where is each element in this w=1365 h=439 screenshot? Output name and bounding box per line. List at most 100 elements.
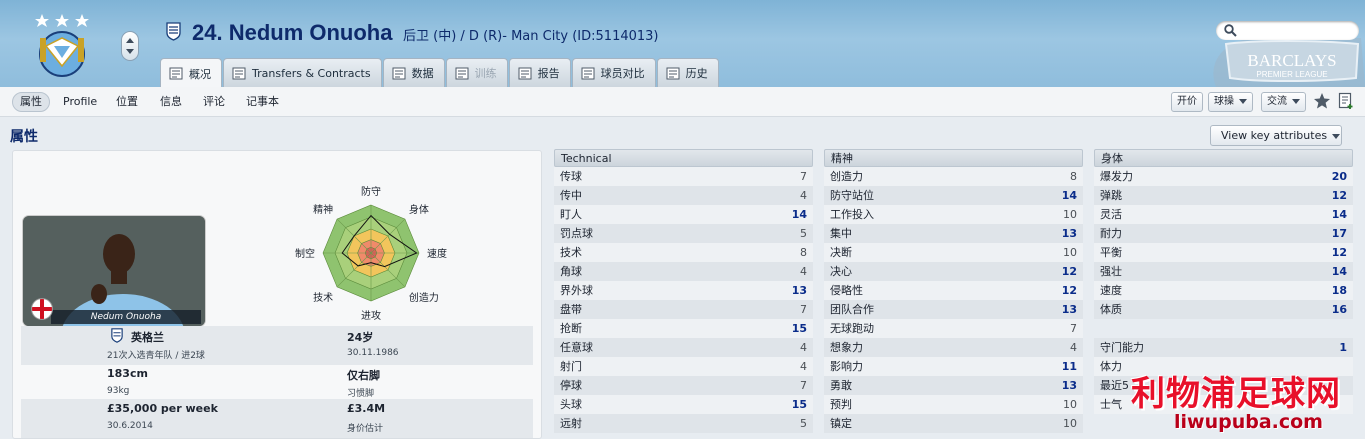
attribute-value: 5 bbox=[800, 227, 807, 240]
player-actions-dropdown[interactable]: 球操 bbox=[1208, 92, 1253, 112]
attribute-row[interactable]: 体质 16 bbox=[1094, 300, 1353, 319]
physical-header: 身体 bbox=[1094, 149, 1353, 167]
open-offer-button[interactable]: 开价 bbox=[1171, 92, 1203, 112]
attribute-row[interactable]: 抢断 15 bbox=[554, 319, 813, 338]
attribute-row[interactable]: 预判 10 bbox=[824, 395, 1083, 414]
attribute-row[interactable]: 盯人 14 bbox=[554, 205, 813, 224]
attribute-value: 8 bbox=[1070, 170, 1077, 183]
attribute-row[interactable]: 镇定 10 bbox=[824, 414, 1083, 433]
attribute-row[interactable] bbox=[1094, 319, 1353, 338]
attribute-name: 角球 bbox=[560, 265, 582, 278]
player-actions-label: 球操 bbox=[1214, 96, 1234, 107]
tab-compare[interactable]: 球员对比 bbox=[571, 58, 656, 87]
attribute-row[interactable]: 工作投入 10 bbox=[824, 205, 1083, 224]
attribute-value: 14 bbox=[1331, 265, 1347, 278]
attribute-row[interactable]: 防守站位 14 bbox=[824, 186, 1083, 205]
tab-label: 训练 bbox=[474, 67, 497, 80]
attribute-row[interactable]: 集中 13 bbox=[824, 224, 1083, 243]
attribute-row[interactable]: 平衡 12 bbox=[1094, 243, 1353, 262]
transfer-value-label: 身价估计 bbox=[347, 424, 384, 434]
mental-header: 精神 bbox=[824, 149, 1083, 167]
player-position-club: 后卫 (中) / D (R)- Man City (ID:5114013) bbox=[403, 29, 659, 44]
attribute-row[interactable]: 最近5 bbox=[1094, 376, 1353, 395]
attribute-row[interactable]: 弹跳 12 bbox=[1094, 186, 1353, 205]
attribute-row[interactable]: 速度 18 bbox=[1094, 281, 1353, 300]
nation-value[interactable]: 英格兰 bbox=[131, 329, 164, 345]
attribute-name: 停球 bbox=[560, 379, 582, 392]
subnav-profile[interactable]: Profile bbox=[56, 92, 104, 112]
attribute-name: 士气 bbox=[1100, 398, 1122, 411]
subnav-comments[interactable]: 评论 bbox=[196, 92, 232, 112]
tab-cloud[interactable]: 训练 bbox=[445, 58, 508, 87]
add-note-icon[interactable] bbox=[1338, 92, 1355, 110]
attribute-row[interactable]: 射门 4 bbox=[554, 357, 813, 376]
attribute-name: 想象力 bbox=[830, 341, 863, 354]
subnav-attributes[interactable]: 属性 bbox=[12, 92, 50, 112]
attribute-row[interactable]: 想象力 4 bbox=[824, 338, 1083, 357]
bar-chart-icon bbox=[392, 67, 406, 80]
view-key-attributes-button[interactable]: View key attributes bbox=[1210, 125, 1342, 146]
attribute-row[interactable]: 士气 bbox=[1094, 395, 1353, 414]
profile-tabs: 概况 Transfers & Contracts 数据 训练 报告 球员对比 历史 bbox=[160, 58, 720, 87]
attribute-row[interactable]: 停球 7 bbox=[554, 376, 813, 395]
tab-history[interactable]: 历史 bbox=[656, 58, 719, 87]
attribute-row[interactable]: 耐力 17 bbox=[1094, 224, 1353, 243]
attribute-name: 守门能力 bbox=[1100, 341, 1144, 354]
club-crest-logo bbox=[35, 14, 89, 77]
attribute-row[interactable]: 技术 8 bbox=[554, 243, 813, 262]
tab-label: Transfers & Contracts bbox=[252, 66, 371, 80]
attribute-name: 团队合作 bbox=[830, 303, 874, 316]
next-player-arrow-icon[interactable] bbox=[126, 49, 134, 54]
attribute-row[interactable]: 盘带 7 bbox=[554, 300, 813, 319]
attribute-row[interactable]: 创造力 8 bbox=[824, 167, 1083, 186]
star-shortlist-icon[interactable] bbox=[1313, 92, 1331, 110]
attribute-row[interactable]: 影响力 11 bbox=[824, 357, 1083, 376]
attribute-row[interactable]: 团队合作 13 bbox=[824, 300, 1083, 319]
profile-card-icon bbox=[169, 67, 183, 80]
attribute-name: 耐力 bbox=[1100, 227, 1122, 240]
attribute-row[interactable]: 角球 4 bbox=[554, 262, 813, 281]
attribute-row[interactable]: 勇敢 13 bbox=[824, 376, 1083, 395]
previous-player-arrow-icon[interactable] bbox=[126, 38, 134, 43]
attribute-row[interactable]: 头球 15 bbox=[554, 395, 813, 414]
attribute-row[interactable]: 强壮 14 bbox=[1094, 262, 1353, 281]
attribute-row[interactable]: 侵略性 12 bbox=[824, 281, 1083, 300]
tab-bar-chart[interactable]: 数据 bbox=[382, 58, 445, 87]
subnav-notes[interactable]: 记事本 bbox=[239, 92, 286, 112]
attribute-row[interactable]: 无球跑动 7 bbox=[824, 319, 1083, 338]
attribute-row[interactable]: 灵活 14 bbox=[1094, 205, 1353, 224]
tab-profile-card[interactable]: 概况 bbox=[160, 58, 222, 87]
attribute-name: 技术 bbox=[560, 246, 582, 259]
attribute-value: 11 bbox=[1061, 360, 1077, 373]
section-title: 属性 bbox=[10, 129, 38, 145]
attribute-row[interactable]: 远射 5 bbox=[554, 414, 813, 433]
tab-report[interactable]: 报告 bbox=[508, 58, 571, 87]
league-logo-title: BARCLAYS bbox=[1247, 51, 1336, 70]
attribute-name: 镇定 bbox=[830, 417, 852, 430]
tab-document[interactable]: Transfers & Contracts bbox=[223, 58, 382, 87]
attribute-row[interactable]: 守门能力 1 bbox=[1094, 338, 1353, 357]
player-nav-spinner[interactable] bbox=[121, 31, 139, 61]
attribute-name: 体质 bbox=[1100, 303, 1122, 316]
attribute-row[interactable]: 决断 10 bbox=[824, 243, 1083, 262]
attribute-name: 预判 bbox=[830, 398, 852, 411]
attribute-name: 传中 bbox=[560, 189, 582, 202]
attribute-row[interactable]: 罚点球 5 bbox=[554, 224, 813, 243]
attribute-row[interactable]: 体力 bbox=[1094, 357, 1353, 376]
tab-label: 概况 bbox=[189, 67, 211, 81]
attribute-row[interactable]: 界外球 13 bbox=[554, 281, 813, 300]
attribute-row[interactable]: 爆发力 20 bbox=[1094, 167, 1353, 186]
search-input[interactable] bbox=[1216, 21, 1359, 40]
interact-dropdown[interactable]: 交流 bbox=[1261, 92, 1306, 112]
attribute-name: 弹跳 bbox=[1100, 189, 1122, 202]
attribute-row[interactable]: 决心 12 bbox=[824, 262, 1083, 281]
attribute-row[interactable]: 传中 4 bbox=[554, 186, 813, 205]
attribute-row[interactable]: 任意球 4 bbox=[554, 338, 813, 357]
attribute-row[interactable]: 传球 7 bbox=[554, 167, 813, 186]
preferred-foot-value: 仅右脚 bbox=[347, 369, 380, 382]
subnav-positions[interactable]: 位置 bbox=[109, 92, 145, 112]
radar-label: 技术 bbox=[313, 291, 333, 304]
attribute-name: 侵略性 bbox=[830, 284, 863, 297]
radar-label: 身体 bbox=[409, 203, 429, 216]
subnav-info[interactable]: 信息 bbox=[153, 92, 189, 112]
